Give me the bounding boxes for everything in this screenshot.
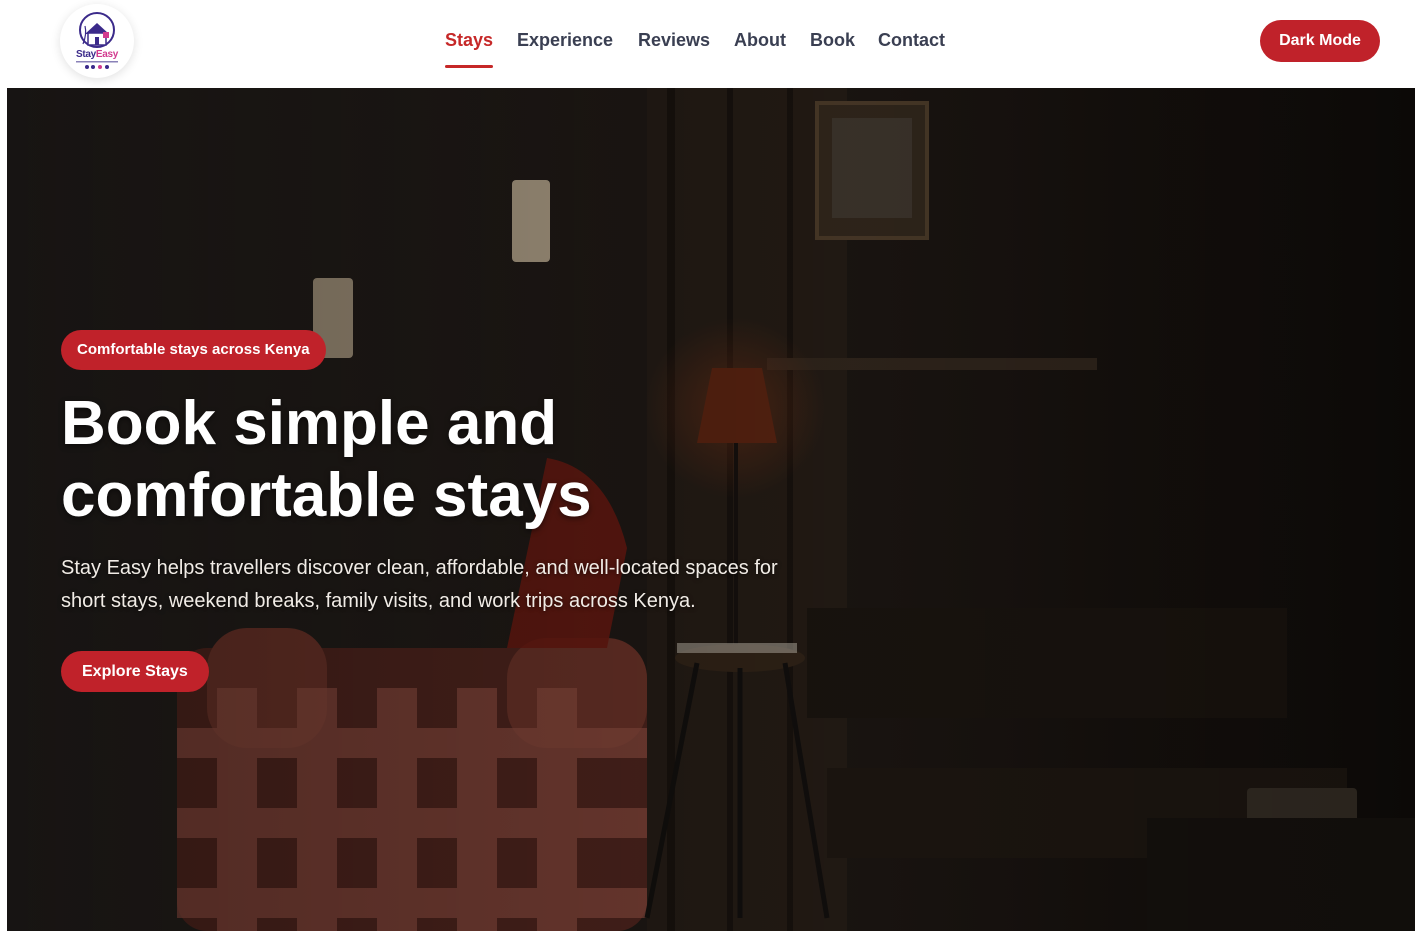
main-nav: Stays Experience Reviews About Book Cont… — [0, 0, 1419, 88]
explore-stays-button[interactable]: Explore Stays — [61, 651, 209, 692]
hero-title-line-1: Book simple and — [61, 389, 558, 458]
hero-title-line-2: comfortable stays — [61, 461, 592, 530]
dark-mode-button[interactable]: Dark Mode — [1260, 20, 1380, 62]
nav-item-label: Stays — [445, 30, 494, 50]
nav-item-stays[interactable]: Stays — [445, 30, 494, 68]
site-header: StayEasy Stays Experience Reviews About … — [0, 0, 1419, 88]
hero-badge: Comfortable stays across Kenya — [61, 330, 326, 370]
nav-item-book[interactable]: Book — [810, 30, 855, 51]
active-nav-underline — [445, 65, 494, 68]
hero-subtitle: Stay Easy helps travellers discover clea… — [61, 557, 778, 612]
nav-item-about[interactable]: About — [734, 30, 786, 51]
nav-item-reviews[interactable]: Reviews — [638, 30, 710, 51]
nav-item-label: Reviews — [638, 30, 711, 50]
nav-item-label: Experience — [517, 30, 614, 50]
nav-item-experience[interactable]: Experience — [517, 30, 613, 51]
nav-item-contact[interactable]: Contact — [878, 30, 945, 51]
nav-item-label: Book — [810, 30, 855, 50]
hero-section: Comfortable stays across Kenya Book simp… — [7, 88, 1415, 931]
nav-item-label: Contact — [878, 30, 945, 50]
hero-title: Book simple and comfortable stays — [61, 388, 821, 532]
nav-item-label: About — [734, 30, 786, 50]
